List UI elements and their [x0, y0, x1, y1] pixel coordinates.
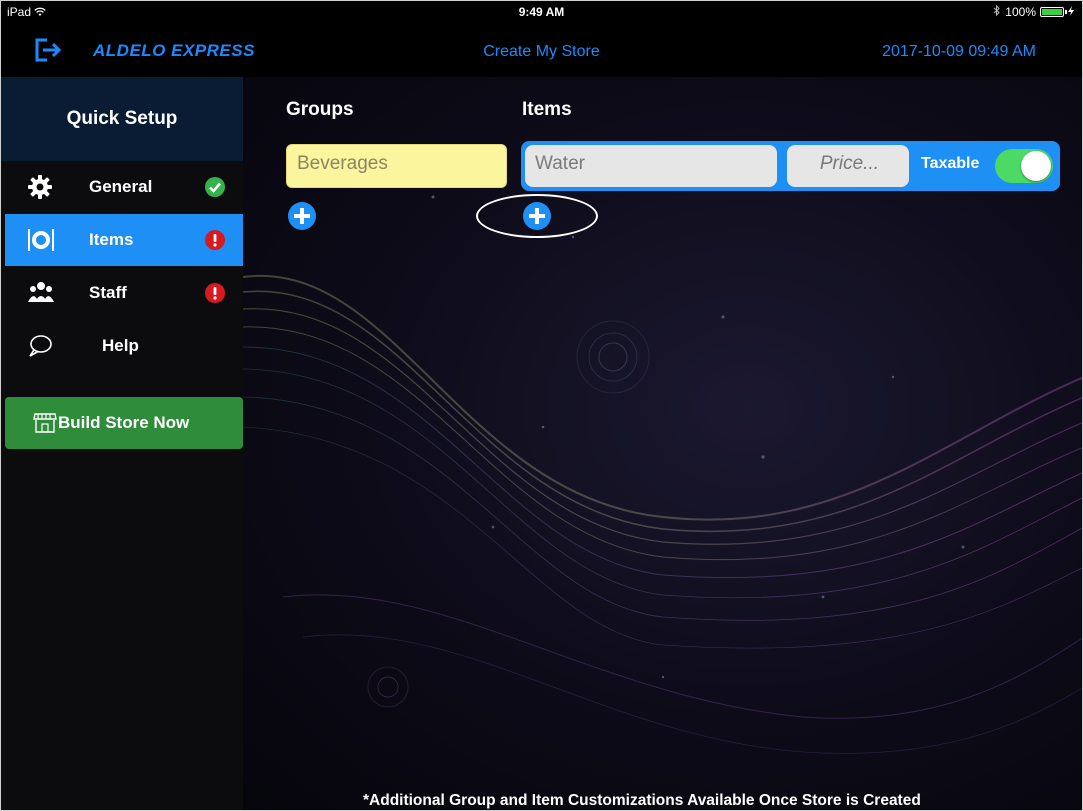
item-price-field[interactable]: Price...	[787, 145, 909, 187]
item-row: Water Price... Taxable	[521, 141, 1060, 191]
ipad-screen: iPad 9:49 AM 100% ALDELO EXPRESS Create …	[0, 0, 1083, 811]
gear-icon	[27, 174, 53, 200]
page-title: Create My Store	[483, 43, 600, 60]
sidebar-item-help[interactable]: Help	[5, 320, 243, 372]
items-heading: Items	[522, 99, 572, 120]
build-store-button[interactable]: Build Store Now	[5, 397, 243, 449]
plus-icon	[523, 202, 551, 230]
people-icon	[27, 280, 54, 306]
taxable-label: Taxable	[921, 155, 980, 172]
build-store-label: Build Store Now	[58, 413, 190, 432]
charging-icon	[1068, 5, 1074, 19]
sidebar-item-general[interactable]: General	[5, 161, 243, 213]
groups-heading: Groups	[286, 99, 354, 120]
battery-percent: 100%	[1005, 5, 1036, 19]
status-right: 100%	[993, 4, 1074, 19]
item-name-field[interactable]: Water	[525, 145, 777, 187]
add-group-button[interactable]	[288, 202, 316, 230]
sidebar-title: Quick Setup	[1, 77, 243, 161]
sidebar-item-label: General	[89, 177, 153, 196]
app-header: ALDELO EXPRESS Create My Store 2017-10-0…	[1, 23, 1082, 77]
alert-icon	[205, 230, 225, 250]
sidebar-item-label: Help	[102, 336, 139, 355]
header-datetime: 2017-10-09 09:49 AM	[882, 43, 1036, 60]
battery-icon	[1040, 7, 1067, 17]
exit-icon[interactable]	[33, 37, 63, 63]
add-item-button[interactable]	[523, 202, 551, 230]
alert-icon	[205, 283, 225, 303]
sidebar-item-label: Staff	[89, 283, 127, 302]
bluetooth-icon	[993, 4, 1001, 19]
check-icon	[205, 177, 225, 197]
sidebar-item-staff[interactable]: Staff	[5, 267, 243, 319]
taxable-toggle[interactable]	[995, 149, 1053, 183]
group-name-field[interactable]: Beverages	[286, 144, 507, 188]
status-bar: iPad 9:49 AM 100%	[1, 1, 1082, 23]
footer-note: *Additional Group and Item Customization…	[363, 792, 921, 809]
sidebar: Quick Setup General Items Staff Help Bui…	[1, 77, 243, 810]
sidebar-item-label: Items	[89, 230, 134, 249]
plus-icon	[288, 202, 316, 230]
speech-bubble-icon	[27, 333, 53, 359]
main-panel: Groups Items Beverages Water Price... Ta…	[243, 77, 1082, 810]
storefront-icon	[33, 412, 57, 434]
status-time: 9:49 AM	[518, 5, 565, 19]
plate-cutlery-icon	[27, 227, 54, 253]
app-logo: ALDELO EXPRESS	[93, 41, 255, 60]
sidebar-item-items[interactable]: Items	[5, 214, 243, 266]
